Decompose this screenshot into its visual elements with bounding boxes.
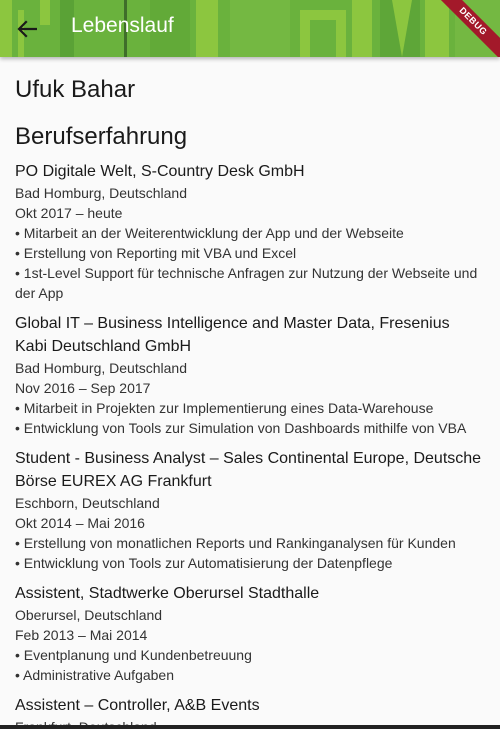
experience-location: Oberursel, Deutschland	[15, 607, 163, 623]
experience-role: Assistent – Controller, A&B Events	[15, 697, 260, 714]
experience-period: Feb 2013 – Mai 2014	[15, 627, 148, 643]
experience-bullet: • Entwicklung von Tools zur Automatisier…	[15, 555, 393, 571]
app-bar: Lebenslauf DEBUG	[0, 0, 500, 57]
experience-bullet: • Erstellung von monatlichen Reports und…	[15, 535, 456, 551]
bottom-edge	[0, 725, 500, 729]
experience-entry: Global IT – Business Intelligence and Ma…	[15, 312, 485, 438]
experience-entry: Assistent, Stadtwerke Oberursel Stadthal…	[15, 582, 485, 685]
experience-role: PO Digitale Welt, S-Country Desk GmbH	[15, 163, 305, 180]
experience-period: Okt 2014 – Mai 2016	[15, 515, 145, 531]
experience-period: Nov 2016 – Sep 2017	[15, 380, 151, 396]
section-title-work-experience: Berufserfahrung	[15, 123, 188, 150]
experience-bullet: • Entwicklung von Tools zur Simulation v…	[15, 420, 467, 436]
experience-list: PO Digitale Welt, S-Country Desk GmbH Bad…	[15, 160, 485, 725]
experience-role: Global IT – Business Intelligence and Ma…	[15, 315, 450, 355]
experience-bullet: • Erstellung von Reporting mit VBA und E…	[15, 245, 297, 261]
experience-bullet: • Eventplanung und Kundenbetreuung	[15, 647, 252, 663]
back-button[interactable]	[14, 16, 40, 42]
experience-entry: PO Digitale Welt, S-Country Desk GmbH Bad…	[15, 160, 485, 303]
experience-role: Assistent, Stadtwerke Oberursel Stadthal…	[15, 585, 320, 602]
experience-location: Frankfurt, Deutschland	[15, 717, 485, 725]
experience-location: Bad Homburg, Deutschland	[15, 185, 187, 201]
experience-location: Eschborn, Deutschland	[15, 495, 160, 511]
experience-entry: Student - Business Analyst – Sales Conti…	[15, 447, 485, 573]
experience-role: Student - Business Analyst – Sales Conti…	[15, 450, 482, 490]
experience-period: Okt 2017 – heute	[15, 205, 123, 221]
experience-bullet: • Administrative Aufgaben	[15, 667, 174, 683]
arrow-back-icon	[17, 20, 37, 38]
profile-name: Ufuk Bahar	[15, 76, 136, 103]
page-title: Lebenslauf	[71, 14, 174, 37]
resume-content[interactable]: Ufuk Bahar Berufserfahrung PO Digitale W…	[0, 57, 500, 726]
experience-bullet: • Mitarbeit in Projekten zur Implementie…	[15, 400, 434, 416]
experience-bullet: • Mitarbeit an der Weiterentwicklung der…	[15, 225, 404, 241]
experience-entry: Assistent – Controller, A&B Events Frankf…	[15, 694, 485, 725]
experience-location: Bad Homburg, Deutschland	[15, 360, 187, 376]
experience-bullet: • 1st-Level Support für technische Anfra…	[15, 265, 478, 301]
